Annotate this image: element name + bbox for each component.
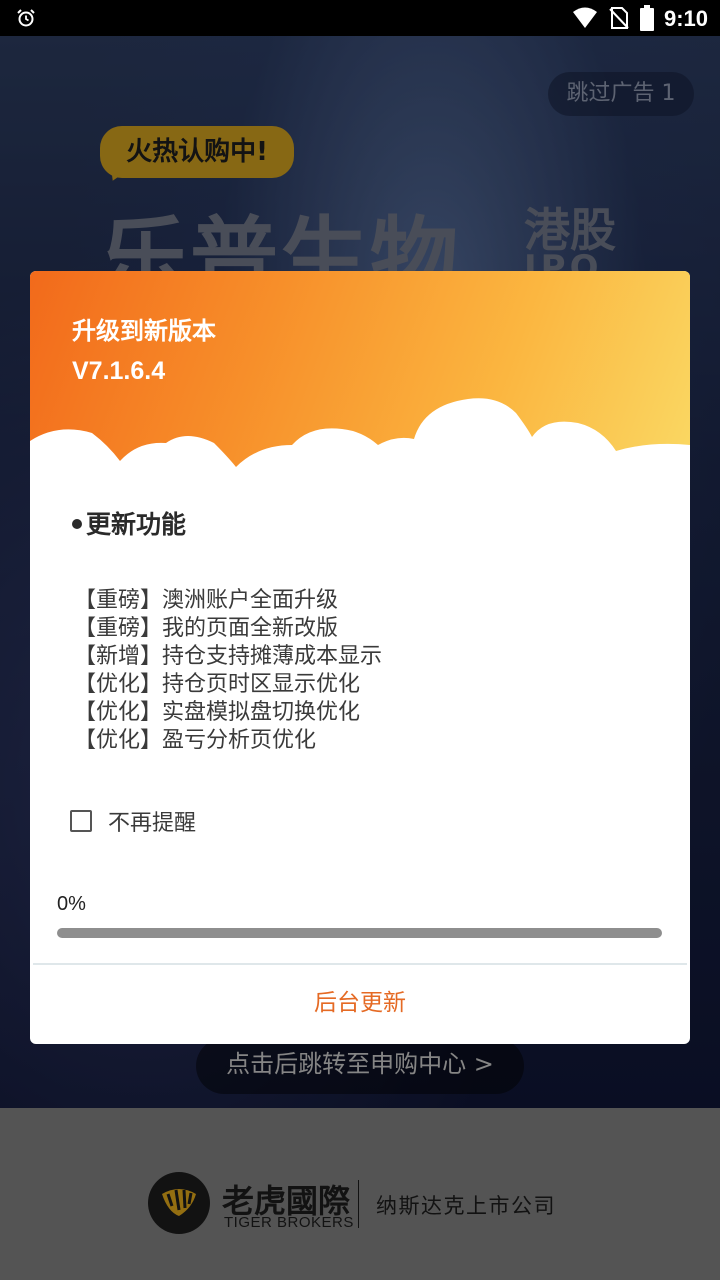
release-note-item: 【新增】持仓支持摊薄成本显示 — [74, 644, 383, 669]
status-bar: 9:10 — [0, 0, 720, 36]
background-update-button[interactable]: 后台更新 — [30, 965, 690, 1044]
dont-remind-label[interactable]: 不再提醒 — [108, 805, 196, 837]
bullet-dot — [72, 519, 82, 529]
wifi-icon — [573, 7, 597, 28]
dont-remind-option[interactable]: 不再提醒 — [70, 805, 196, 837]
release-note-item: 【重磅】我的页面全新改版 — [74, 616, 339, 641]
version-number: V7.1.6.4 — [72, 357, 166, 385]
release-note-item: 【优化】持仓页时区显示优化 — [74, 672, 361, 697]
download-progress-text: 0% — [57, 893, 86, 915]
release-notes-list: 【重磅】澳洲账户全面升级 【重磅】我的页面全新改版 【新增】持仓支持摊薄成本显示… — [74, 587, 382, 755]
clock: 9:10 — [664, 6, 709, 31]
dont-remind-checkbox[interactable] — [70, 810, 92, 832]
release-note-item: 【优化】盈亏分析页优化 — [74, 728, 317, 753]
no-sim-icon — [609, 7, 629, 29]
download-progress-bar — [57, 928, 662, 938]
cloud-decoration — [30, 398, 690, 489]
alarm-icon — [17, 9, 35, 27]
update-dialog: 升级到新版本 V7.1.6.4 更新功能 【重磅】澳洲账户全面升级 【重磅】我的… — [30, 271, 690, 1044]
section-title-text: 更新功能 — [86, 510, 187, 539]
section-title: 更新功能 — [72, 505, 186, 541]
dialog-title: 升级到新版本 — [72, 317, 216, 345]
release-note-item: 【优化】实盘模拟盘切换优化 — [74, 700, 361, 725]
battery-icon — [640, 5, 654, 31]
release-note-item: 【重磅】澳洲账户全面升级 — [74, 588, 339, 613]
